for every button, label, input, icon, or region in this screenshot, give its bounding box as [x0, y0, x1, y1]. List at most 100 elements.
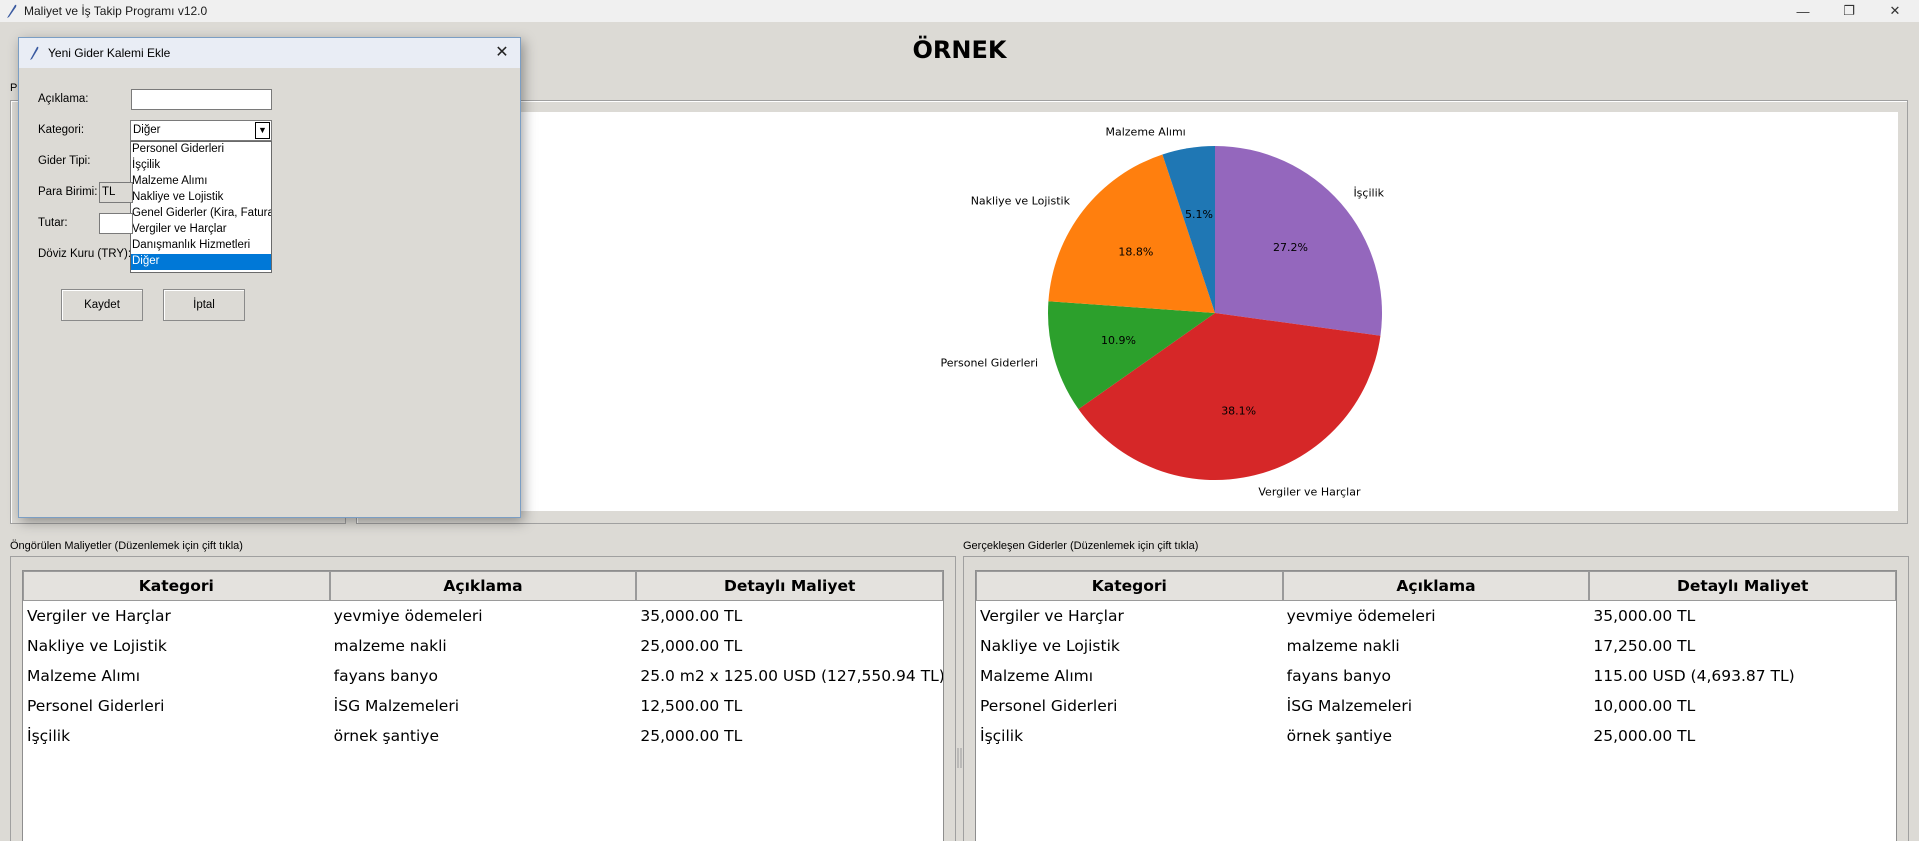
pie-category-label: Nakliye ve Lojistik — [971, 194, 1071, 207]
table-row[interactable]: Vergiler ve Harçlar yevmiye ödemeleri 35,0… — [976, 601, 1896, 631]
table-cell: yevmiye ödemeleri — [1286, 607, 1436, 625]
pie-percent-label: 27.2% — [1273, 241, 1308, 254]
table-cell: örnek şantiye — [1286, 727, 1393, 745]
dropdown-option[interactable]: İşçilik — [131, 158, 271, 174]
table-row[interactable]: Nakliye ve Lojistik malzeme nakli 17,250.0… — [976, 631, 1896, 661]
pie-percent-label: 10.9% — [1101, 334, 1136, 347]
feather-icon — [30, 46, 39, 60]
table-row[interactable]: İşçilik örnek şantiye 25,000.00 TL — [23, 721, 943, 751]
table-cell: 12,500.00 TL — [640, 697, 743, 715]
table-cell: yevmiye ödemeleri — [333, 607, 483, 625]
chevron-down-icon[interactable]: ▼ — [255, 122, 270, 139]
table-cell: fayans banyo — [333, 667, 438, 685]
table-cell: örnek şantiye — [333, 727, 440, 745]
dialog-title: Yeni Gider Kalemi Ekle — [48, 46, 171, 60]
cancel-button[interactable]: İptal — [163, 289, 245, 321]
table-cell: Personel Giderleri — [27, 697, 165, 715]
expense-type-label: Gider Tipi: — [38, 155, 91, 167]
pie-percent-label: 38.1% — [1221, 404, 1256, 417]
forecast-table[interactable]: Kategori Açıklama Detaylı Maliyet Vergil… — [22, 570, 944, 841]
currency-label: Para Birimi: — [38, 186, 98, 198]
table-cell: 115.00 USD (4,693.87 TL) — [1593, 667, 1795, 685]
table-cell: Vergiler ve Harçlar — [27, 607, 171, 625]
category-selected-value: Diğer — [133, 124, 161, 136]
table-cell: 10,000.00 TL — [1593, 697, 1696, 715]
table-cell: 25.0 m2 x 125.00 USD (127,550.94 TL) — [640, 667, 944, 685]
forecast-table-caption: Öngörülen Maliyetler (Düzenlemek için çi… — [10, 540, 243, 552]
table-cell: fayans banyo — [1286, 667, 1391, 685]
description-field[interactable] — [131, 89, 272, 110]
table-cell: malzeme nakli — [1286, 637, 1400, 655]
amount-label: Tutar: — [38, 217, 68, 229]
table-cell: İşçilik — [980, 727, 1024, 745]
dropdown-option[interactable]: Diğer — [131, 254, 271, 270]
table-cell: Malzeme Alımı — [27, 667, 141, 685]
table-cell: Malzeme Alımı — [980, 667, 1094, 685]
pie-category-label: Personel Giderleri — [940, 356, 1038, 369]
pie-category-label: Malzeme Alımı — [1106, 126, 1186, 139]
maximize-button[interactable]: ❐ — [1826, 0, 1872, 22]
dropdown-option[interactable]: Genel Giderler (Kira, Fatura — [131, 206, 271, 222]
add-expense-dialog[interactable]: Yeni Gider Kalemi Ekle ✕ Açıklama: Kateg… — [18, 37, 521, 518]
column-header-maliyet[interactable]: Detaylı Maliyet — [1589, 571, 1897, 601]
table-cell: İşçilik — [27, 727, 71, 745]
currency-combobox[interactable]: TL — [99, 182, 133, 203]
minimize-icon: — — [1796, 3, 1810, 19]
table-cell: 25,000.00 TL — [640, 727, 743, 745]
table-row[interactable]: Personel Giderleri İSG Malzemeleri 12,500.… — [23, 691, 943, 721]
category-combobox[interactable]: Diğer ▼ — [130, 120, 272, 141]
table-cell: Vergiler ve Harçlar — [980, 607, 1124, 625]
table-row[interactable]: İşçilik örnek şantiye 25,000.00 TL — [976, 721, 1896, 751]
dialog-close-button[interactable]: ✕ — [492, 43, 512, 63]
column-header-kategori[interactable]: Kategori — [976, 571, 1283, 601]
amount-field[interactable] — [99, 213, 133, 234]
actual-table[interactable]: Kategori Açıklama Detaylı Maliyet Vergil… — [975, 570, 1897, 841]
table-cell: İSG Malzemeleri — [1286, 697, 1413, 715]
actual-table-caption: Gerçekleşen Giderler (Düzenlemek için çi… — [963, 540, 1199, 552]
dropdown-option[interactable]: Vergiler ve Harçlar — [131, 222, 271, 238]
close-window-button[interactable]: ✕ — [1872, 0, 1918, 22]
dropdown-option[interactable]: Malzeme Alımı — [131, 174, 271, 190]
minimize-button[interactable]: — — [1780, 0, 1826, 22]
table-cell: 17,250.00 TL — [1593, 637, 1696, 655]
close-icon: ✕ — [1889, 3, 1901, 18]
column-header-maliyet[interactable]: Detaylı Maliyet — [636, 571, 944, 601]
pie-chart: 27.2% İşçilik 38.1% Vergiler ve Harçlar 10.9… — [940, 126, 1384, 499]
table-cell: malzeme nakli — [333, 637, 447, 655]
feather-icon — [7, 4, 17, 18]
dropdown-option[interactable]: Nakliye ve Lojistik — [131, 190, 271, 206]
column-header-aciklama[interactable]: Açıklama — [329, 571, 637, 601]
window-title-bar[interactable]: Maliyet ve İş Takip Programı v12.0 — ❐ ✕ — [0, 0, 1919, 22]
table-row[interactable]: Malzeme Alımı fayans banyo 25.0 m2 x 125.0… — [23, 661, 943, 691]
close-icon: ✕ — [495, 44, 509, 61]
dropdown-option[interactable]: Personel Giderleri — [131, 142, 271, 158]
pie-category-label: İşçilik — [1353, 186, 1384, 199]
window-title: Maliyet ve İş Takip Programı v12.0 — [24, 4, 208, 18]
table-row[interactable]: Malzeme Alımı fayans banyo 115.00 USD (4,6… — [976, 661, 1896, 691]
pie-percent-label: 18.8% — [1118, 246, 1153, 259]
table-cell: 25,000.00 TL — [1593, 727, 1696, 745]
restore-icon: ❐ — [1843, 3, 1855, 18]
category-label: Kategori: — [38, 124, 85, 136]
column-header-kategori[interactable]: Kategori — [23, 571, 330, 601]
table-cell: 35,000.00 TL — [640, 607, 743, 625]
table-row[interactable]: Vergiler ve Harçlar yevmiye ödemeleri 35,0… — [23, 601, 943, 631]
table-row[interactable]: Personel Giderleri İSG Malzemeleri 10,000.… — [976, 691, 1896, 721]
table-cell: 25,000.00 TL — [640, 637, 743, 655]
table-cell: Personel Giderleri — [980, 697, 1118, 715]
pie-percent-label: 5.1% — [1185, 208, 1213, 221]
table-cell: 35,000.00 TL — [1593, 607, 1696, 625]
table-cell: Nakliye ve Lojistik — [27, 637, 167, 655]
dropdown-option[interactable]: Danışmanlık Hizmetleri — [131, 238, 271, 254]
pie-category-label: Vergiler ve Harçlar — [1258, 485, 1361, 498]
table-cell: Nakliye ve Lojistik — [980, 637, 1120, 655]
table-cell: İSG Malzemeleri — [333, 697, 460, 715]
save-button[interactable]: Kaydet — [61, 289, 143, 321]
dialog-title-bar[interactable]: Yeni Gider Kalemi Ekle ✕ — [19, 38, 520, 68]
pie-chart-area: 27.2% İşçilik 38.1% Vergiler ve Harçlar 10.9… — [362, 112, 1898, 511]
column-header-aciklama[interactable]: Açıklama — [1282, 571, 1590, 601]
category-dropdown-list[interactable]: Personel Giderleri İşçilik Malzeme Alımı… — [130, 141, 272, 273]
description-label: Açıklama: — [38, 93, 89, 105]
table-row[interactable]: Nakliye ve Lojistik malzeme nakli 25,000.0… — [23, 631, 943, 661]
exchange-rate-label: Döviz Kuru (TRY): — [38, 248, 132, 260]
